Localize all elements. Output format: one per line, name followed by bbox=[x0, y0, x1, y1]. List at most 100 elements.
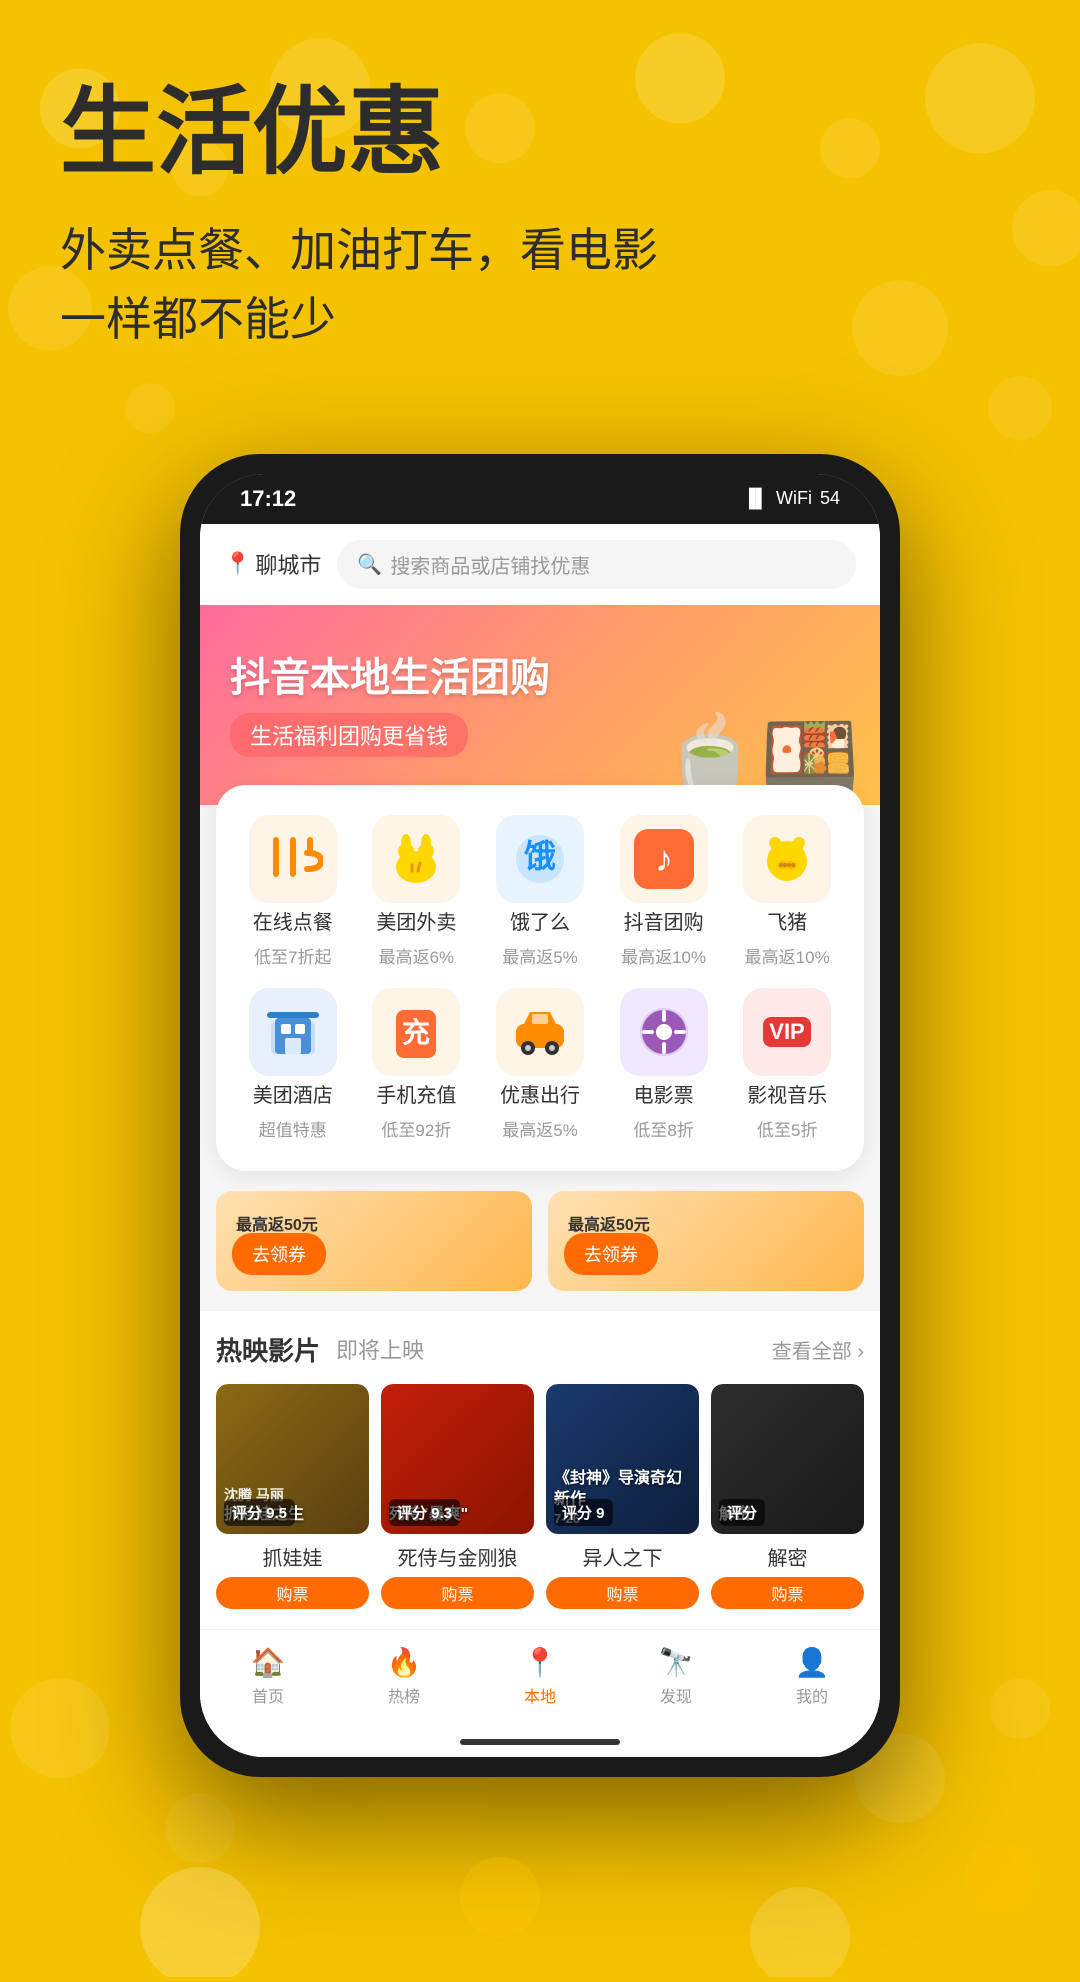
service-item-hungry[interactable]: 饿 饿了么 最高返5% bbox=[483, 815, 597, 968]
service-name-douyin: 抖音团购 bbox=[624, 911, 704, 935]
movie-name-3: 异人之下 bbox=[546, 1542, 699, 1571]
home-indicator bbox=[200, 1727, 880, 1757]
hero-section: 生活优惠 外卖点餐、加油打车，看电影 一样都不能少 bbox=[0, 0, 1080, 394]
service-icon-hotel bbox=[249, 988, 337, 1076]
service-item-meituan[interactable]: 美团外卖 最高返6% bbox=[360, 815, 474, 968]
movie-rating-4: 评分 bbox=[719, 1499, 765, 1526]
movies-subtitle: 即将上映 bbox=[336, 1333, 424, 1365]
service-desc-meituan: 最高返6% bbox=[379, 943, 455, 968]
service-icon-meituan bbox=[372, 815, 460, 903]
service-name-charge: 手机充值 bbox=[376, 1084, 456, 1108]
service-name-movie: 电影票 bbox=[634, 1084, 694, 1108]
coupons-section: 最高返50元 去领券 最高返50元 去领券 bbox=[216, 1191, 864, 1291]
hero-title: 生活优惠 bbox=[60, 80, 1020, 186]
nav-label-discover: 发现 bbox=[660, 1683, 692, 1707]
service-name-hotel: 美团酒店 bbox=[253, 1084, 333, 1108]
service-desc-movie: 低至8折 bbox=[633, 1116, 693, 1141]
bottom-decoration bbox=[0, 1777, 1080, 1977]
movie-rating-2: 评分 9.3 bbox=[389, 1499, 460, 1526]
service-icon-pig bbox=[743, 815, 831, 903]
profile-icon: 👤 bbox=[795, 1646, 830, 1679]
banner-title: 抖音本地生活团购 bbox=[230, 645, 850, 703]
svg-text:充: 充 bbox=[402, 1016, 430, 1048]
status-bar: 17:12 ▐▌ WiFi 54 bbox=[200, 474, 880, 524]
service-desc-dining: 低至7折起 bbox=[254, 943, 331, 968]
svg-text:VIP: VIP bbox=[769, 1019, 804, 1044]
nav-label-local: 本地 bbox=[524, 1683, 556, 1707]
location-name: 聊城市 bbox=[255, 548, 321, 580]
service-name-vip: 影视音乐 bbox=[747, 1084, 827, 1108]
movie-buy-btn-3[interactable]: 购票 bbox=[546, 1577, 699, 1609]
service-desc-pig: 最高返10% bbox=[745, 943, 830, 968]
service-desc-hotel: 超值特惠 bbox=[259, 1116, 327, 1141]
service-name-car: 优惠出行 bbox=[500, 1084, 580, 1108]
coupon-btn-1[interactable]: 去领券 bbox=[232, 1233, 326, 1275]
svg-text:饿: 饿 bbox=[524, 838, 556, 874]
movie-card-4[interactable]: 解密 评分 解密 购票 bbox=[711, 1384, 864, 1609]
banner-subtitle: 生活福利团购更省钱 bbox=[230, 713, 468, 757]
hero-subtitle: 外卖点餐、加油打车，看电影 一样都不能少 bbox=[60, 216, 1020, 354]
movies-grid: 沈腾 马丽 抓娃娃之生 评分 9.5 抓娃娃 购票 死 bbox=[216, 1384, 864, 1609]
nav-label-home: 首页 bbox=[252, 1683, 284, 1707]
nav-item-hot[interactable]: 🔥 热榜 bbox=[387, 1646, 422, 1707]
movies-header: 热映影片 即将上映 查看全部 › bbox=[216, 1331, 864, 1368]
signal-icon: ▐▌ bbox=[742, 488, 768, 509]
movie-rating-1: 评分 9.5 bbox=[224, 1499, 295, 1526]
movie-poster-1: 沈腾 马丽 抓娃娃之生 评分 9.5 bbox=[216, 1384, 369, 1534]
service-item-car[interactable]: 优惠出行 最高返5% bbox=[483, 988, 597, 1141]
coupon-card-2[interactable]: 最高返50元 去领券 bbox=[548, 1191, 864, 1291]
movie-name-2: 死侍与金刚狼 bbox=[381, 1542, 534, 1571]
service-name-pig: 飞猪 bbox=[767, 911, 807, 935]
service-icon-dining bbox=[249, 815, 337, 903]
coupon-btn-2[interactable]: 去领券 bbox=[564, 1233, 658, 1275]
svg-text:♪: ♪ bbox=[655, 838, 673, 879]
phone-frame: 17:12 ▐▌ WiFi 54 📍 聊城市 🔍 bbox=[180, 454, 900, 1777]
service-item-vip[interactable]: VIP 影视音乐 低至5折 bbox=[730, 988, 844, 1141]
phone-inner: 17:12 ▐▌ WiFi 54 📍 聊城市 🔍 bbox=[200, 474, 880, 1757]
movie-buy-btn-2[interactable]: 购票 bbox=[381, 1577, 534, 1609]
coupon-card-1[interactable]: 最高返50元 去领券 bbox=[216, 1191, 532, 1291]
nav-item-profile[interactable]: 👤 我的 bbox=[795, 1646, 830, 1707]
service-name-hungry: 饿了么 bbox=[510, 911, 570, 935]
location-tag[interactable]: 📍 聊城市 bbox=[224, 548, 321, 580]
service-icon-car bbox=[496, 988, 584, 1076]
service-item-movie[interactable]: 电影票 低至8折 bbox=[607, 988, 721, 1141]
promotion-banner[interactable]: 抖音本地生活团购 生活福利团购更省钱 🍵🍱 bbox=[200, 605, 880, 805]
movie-card-3[interactable]: 《封神》导演奇幻新作 7-26 评分 9 异人之下 购票 bbox=[546, 1384, 699, 1609]
service-desc-vip: 低至5折 bbox=[757, 1116, 817, 1141]
service-item-hotel[interactable]: 美团酒店 超值特惠 bbox=[236, 988, 350, 1141]
movie-buy-btn-4[interactable]: 购票 bbox=[711, 1577, 864, 1609]
movie-card-1[interactable]: 沈腾 马丽 抓娃娃之生 评分 9.5 抓娃娃 购票 bbox=[216, 1384, 369, 1609]
service-item-charge[interactable]: 充 手机充值 低至92折 bbox=[360, 988, 474, 1141]
discover-icon: 🔭 bbox=[659, 1646, 694, 1679]
service-icon-vip: VIP bbox=[743, 988, 831, 1076]
movie-card-2[interactable]: 死侍"暴爽" 评分 9.3 死侍与金刚狼 购票 bbox=[381, 1384, 534, 1609]
wifi-icon: WiFi bbox=[776, 488, 812, 509]
service-icon-charge: 充 bbox=[372, 988, 460, 1076]
movie-buy-btn-1[interactable]: 购票 bbox=[216, 1577, 369, 1609]
service-item-douyin[interactable]: ♪ 抖音团购 最高返10% bbox=[607, 815, 721, 968]
movies-title: 热映影片 bbox=[216, 1331, 320, 1368]
service-item-pig[interactable]: 飞猪 最高返10% bbox=[730, 815, 844, 968]
status-time: 17:12 bbox=[240, 486, 296, 512]
service-item-dining[interactable]: 在线点餐 低至7折起 bbox=[236, 815, 350, 968]
nav-item-local[interactable]: 📍 本地 bbox=[523, 1646, 558, 1707]
app-header: 📍 聊城市 🔍 搜索商品或店铺找优惠 bbox=[200, 524, 880, 605]
search-bar[interactable]: 🔍 搜索商品或店铺找优惠 bbox=[337, 540, 856, 589]
nav-item-home[interactable]: 🏠 首页 bbox=[251, 1646, 286, 1707]
battery-icon: 54 bbox=[820, 488, 840, 509]
location-pin-icon: 📍 bbox=[224, 551, 251, 577]
movie-name-1: 抓娃娃 bbox=[216, 1542, 369, 1571]
service-icon-hungry: 饿 bbox=[496, 815, 584, 903]
movies-view-all[interactable]: 查看全部 › bbox=[772, 1335, 864, 1364]
services-card: 在线点餐 低至7折起 bbox=[216, 785, 864, 1171]
movies-section: 热映影片 即将上映 查看全部 › 沈腾 马丽 抓娃娃之生 评分 9.5 bbox=[200, 1311, 880, 1629]
service-icon-movie bbox=[620, 988, 708, 1076]
nav-item-discover[interactable]: 🔭 发现 bbox=[659, 1646, 694, 1707]
nav-label-profile: 我的 bbox=[796, 1683, 828, 1707]
services-grid: 在线点餐 低至7折起 bbox=[236, 815, 844, 1141]
service-desc-hungry: 最高返5% bbox=[502, 943, 578, 968]
local-icon: 📍 bbox=[523, 1646, 558, 1679]
home-icon: 🏠 bbox=[251, 1646, 286, 1679]
app-content: 📍 聊城市 🔍 搜索商品或店铺找优惠 抖音本地生活团购 生活福利团购更省钱 🍵🍱 bbox=[200, 524, 880, 1757]
